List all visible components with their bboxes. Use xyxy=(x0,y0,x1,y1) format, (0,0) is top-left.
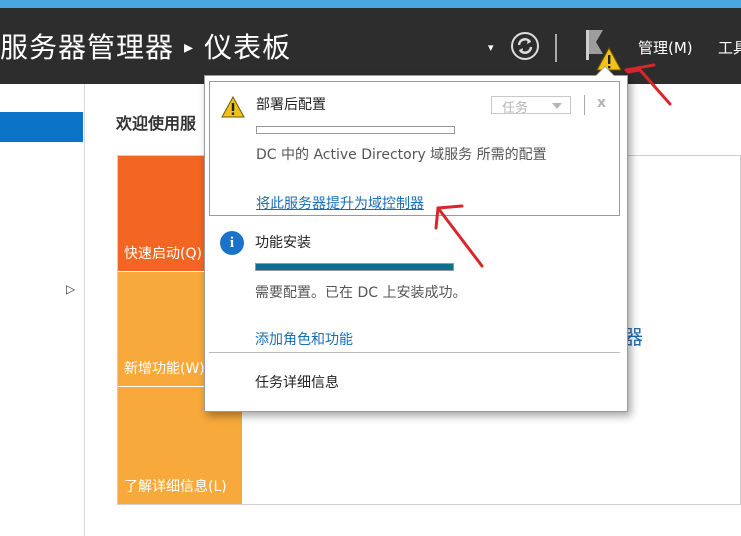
task-title: 功能安装 xyxy=(255,235,311,251)
notifications-popup: 部署后配置 任务 x DC 中的 Active Directory 域服务 所需… xyxy=(204,66,628,412)
dashboard-title: 仪表板 xyxy=(204,31,292,64)
tasks-button-label: 任务 xyxy=(502,101,529,116)
refresh-button[interactable] xyxy=(511,32,539,60)
tile-label: 新增功能(W) xyxy=(124,361,205,377)
tools-menu[interactable]: 工具 xyxy=(718,37,741,58)
tile-label: 快速启动(Q) xyxy=(124,246,202,262)
header-divider xyxy=(555,34,557,62)
tasks-dropdown-button[interactable]: 任务 xyxy=(491,96,571,116)
title-bar: 服务器管理器 ▸ 仪表板 ▾ 管理(M) 工具 xyxy=(0,8,741,84)
task-description: DC 中的 Active Directory 域服务 所需的配置 xyxy=(256,147,547,163)
info-icon: i xyxy=(220,231,244,255)
welcome-heading: 欢迎使用服 xyxy=(116,114,197,133)
chevron-down-icon xyxy=(552,103,562,109)
left-navigation: ▷ xyxy=(0,84,85,536)
page-title: 服务器管理器 ▸ 仪表板 xyxy=(0,26,291,66)
task-title: 部署后配置 xyxy=(256,97,326,113)
top-accent-strip xyxy=(0,0,741,8)
task-details-link[interactable]: 任务详细信息 xyxy=(255,372,339,392)
refresh-icon xyxy=(517,38,533,54)
warning-icon xyxy=(221,95,245,122)
task-post-deployment: 部署后配置 任务 x DC 中的 Active Directory 域服务 所需… xyxy=(209,81,620,216)
tile-label: 了解详细信息(L) xyxy=(124,479,227,495)
breadcrumb-separator: ▸ xyxy=(184,37,195,58)
manage-menu[interactable]: 管理(M) xyxy=(638,37,693,58)
task-description: 需要配置。已在 DC 上安装成功。 xyxy=(255,285,467,301)
expand-arrow-icon[interactable]: ▷ xyxy=(66,282,75,296)
add-roles-link[interactable]: 添加角色和功能 xyxy=(255,329,353,349)
progress-bar-empty xyxy=(256,126,455,134)
progress-fill xyxy=(256,264,453,270)
app-title: 服务器管理器 xyxy=(0,31,175,64)
popup-divider xyxy=(209,352,620,353)
popup-caret xyxy=(595,66,615,76)
progress-bar-complete xyxy=(255,263,454,271)
nav-dropdown-icon[interactable]: ▾ xyxy=(488,41,494,54)
close-button[interactable]: x xyxy=(597,95,606,111)
toolbar-divider xyxy=(584,95,585,115)
nav-item-dashboard-selected[interactable] xyxy=(0,112,83,142)
promote-dc-link[interactable]: 将此服务器提升为域控制器 xyxy=(256,193,424,213)
